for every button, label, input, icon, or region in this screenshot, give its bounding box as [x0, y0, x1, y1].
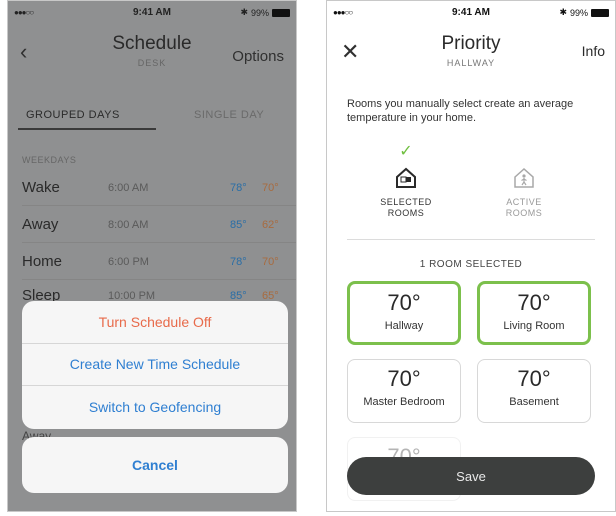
bluetooth-icon: ✱ — [240, 7, 248, 17]
room-name: Hallway — [384, 320, 424, 332]
room-card-hallway[interactable]: 70° Hallway — [347, 281, 461, 345]
action-sheet: Turn Schedule Off Create New Time Schedu… — [22, 301, 288, 429]
selected-count: 1 ROOM SELECTED — [419, 259, 523, 270]
room-temp: 70° — [517, 366, 551, 391]
tab-grouped-days[interactable]: GROUPED DAYS — [26, 109, 120, 121]
period-name: Home — [22, 253, 63, 270]
battery-indicator: ✱ 99% — [559, 7, 609, 18]
active-rooms-label: ACTIVE ROOMS — [505, 197, 543, 218]
priority-screen: ●●●○○ 9:41 AM ✱ 99% ✕ Priority HALLWAY I… — [326, 0, 616, 512]
page-title: Priority — [441, 33, 501, 54]
page-subtitle: HALLWAY — [446, 58, 496, 68]
options-button[interactable]: Options — [232, 48, 284, 65]
room-name: Master Bedroom — [363, 396, 445, 408]
battery-percent: 99% — [250, 7, 269, 18]
room-temp: 70° — [517, 290, 551, 315]
schedule-row[interactable]: Wake 6:00 AM 78° 70° — [22, 173, 296, 206]
period-time: 8:00 AM — [108, 219, 149, 231]
checkmark-icon: ✓ — [399, 143, 413, 160]
room-name: Basement — [509, 396, 559, 408]
battery-icon — [591, 8, 609, 17]
period-time: 6:00 AM — [108, 182, 149, 194]
save-button[interactable]: Save — [347, 457, 595, 495]
period-time: 6:00 PM — [108, 256, 149, 268]
heat-setpoint: 62° — [262, 219, 279, 231]
selected-rooms-label: SELECTED ROOMS — [380, 197, 432, 218]
bluetooth-icon: ✱ — [559, 7, 567, 17]
info-button[interactable]: Info — [582, 43, 605, 59]
cool-setpoint: 78° — [230, 182, 247, 194]
battery-percent: 99% — [569, 7, 588, 18]
room-card-master-bedroom[interactable]: 70° Master Bedroom — [347, 359, 461, 423]
home-active-icon — [514, 167, 534, 188]
priority-description: Rooms you manually select create an aver… — [347, 98, 574, 124]
schedule-row[interactable]: Home 6:00 PM 78° 70° — [22, 247, 296, 280]
heat-setpoint: 70° — [262, 256, 279, 268]
schedule-screen: ●●●○○ 9:41 AM ✱ 99% ‹ Schedule DESK Opti… — [7, 0, 297, 512]
switch-geofencing-button[interactable]: Switch to Geofencing — [22, 386, 288, 429]
room-name: Living Room — [503, 320, 565, 332]
active-tab-indicator — [18, 128, 156, 130]
home-selected-icon — [396, 167, 416, 188]
cancel-button[interactable]: Cancel — [22, 437, 288, 493]
cool-setpoint: 85° — [230, 219, 247, 231]
create-schedule-button[interactable]: Create New Time Schedule — [22, 344, 288, 387]
period-name: Wake — [22, 179, 60, 196]
heat-setpoint: 70° — [262, 182, 279, 194]
schedule-row[interactable]: Away 8:00 AM 85° 62° — [22, 210, 296, 243]
period-name: Away — [22, 216, 59, 233]
divider — [347, 239, 595, 240]
room-card-basement[interactable]: 70° Basement — [477, 359, 591, 423]
section-header: WEEKDAYS — [22, 155, 77, 165]
status-bar: ●●●○○ 9:41 AM ✱ 99% — [327, 1, 615, 25]
room-card-living-room[interactable]: 70° Living Room — [477, 281, 591, 345]
battery-indicator: ✱ 99% — [240, 7, 290, 18]
room-temp: 70° — [387, 290, 421, 315]
schedule-tabs: GROUPED DAYS SINGLE DAY — [8, 101, 296, 131]
status-bar: ●●●○○ 9:41 AM ✱ 99% — [8, 1, 296, 25]
tab-single-day[interactable]: SINGLE DAY — [194, 109, 264, 121]
turn-schedule-off-button[interactable]: Turn Schedule Off — [22, 301, 288, 344]
room-temp: 70° — [387, 366, 421, 391]
cool-setpoint: 78° — [230, 256, 247, 268]
battery-icon — [272, 8, 290, 17]
